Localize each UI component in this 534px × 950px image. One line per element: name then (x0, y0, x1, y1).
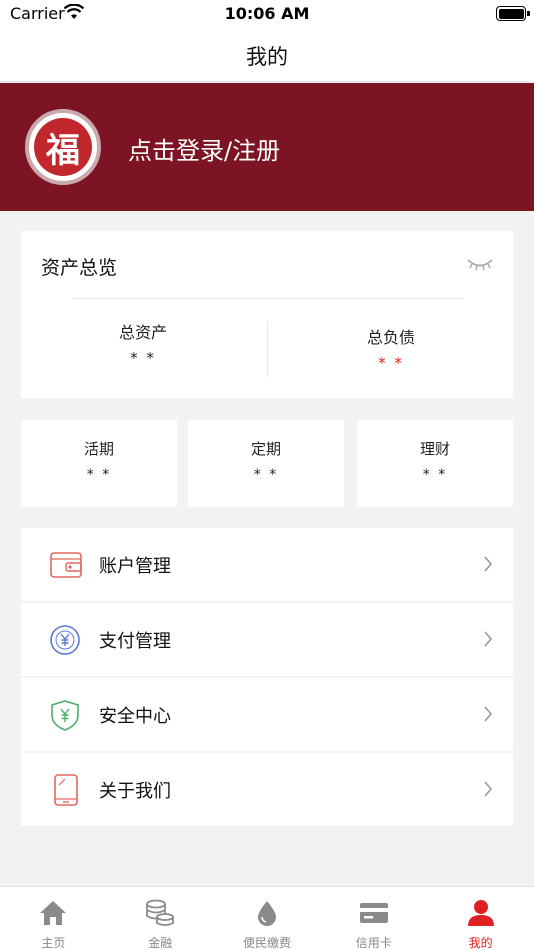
total-liabilities: 总负债 * * (331, 324, 451, 372)
tab-label: 金融 (148, 936, 173, 950)
coins-icon (146, 899, 175, 926)
wallet-icon (50, 552, 82, 578)
tab-bar: 主页 金融 便民缴费 信用卡 我的 (0, 886, 534, 950)
chevron-right-icon (484, 781, 493, 797)
fixed-deposit-card[interactable]: 定期 * * (188, 420, 344, 507)
status-bar: Carrier 10:06 AM (0, 0, 534, 28)
assets-overview-card: 资产总览 总资产 * * 总负债 * * (21, 231, 513, 398)
total-liabilities-label: 总负债 (366, 328, 415, 347)
total-assets-value: * * (130, 349, 156, 367)
tab-label: 主页 (41, 936, 66, 950)
total-assets-label: 总资产 (118, 323, 167, 342)
menu-label: 关于我们 (99, 781, 171, 802)
eye-closed-icon[interactable] (467, 257, 493, 271)
menu-label: 安全中心 (99, 706, 171, 727)
menu-item-about-us[interactable]: 关于我们 (21, 753, 513, 826)
battery-icon (496, 6, 530, 21)
total-liabilities-value: * * (378, 354, 404, 372)
tab-label: 信用卡 (355, 936, 392, 950)
tab-home[interactable]: 主页 (0, 887, 107, 950)
tab-label: 便民缴费 (242, 936, 291, 950)
page-title: 我的 (246, 45, 288, 69)
account-value: * * (422, 467, 448, 483)
menu-label: 支付管理 (99, 631, 171, 652)
account-value: * * (86, 467, 112, 483)
divider (73, 298, 463, 299)
account-label: 活期 (83, 440, 114, 458)
wealth-management-card[interactable]: 理财 * * (357, 420, 513, 507)
menu-label: 账户管理 (99, 556, 171, 577)
menu-item-account-management[interactable]: 账户管理 (21, 528, 513, 601)
account-value: * * (253, 467, 279, 483)
total-assets: 总资产 * * (83, 319, 203, 367)
fu-logo-icon: 福 (34, 118, 92, 176)
person-icon (467, 900, 494, 926)
assets-overview-title: 资产总览 (41, 257, 118, 279)
nav-bar: 我的 (0, 28, 534, 82)
account-label: 理财 (419, 440, 450, 458)
tab-finance[interactable]: 金融 (107, 887, 214, 950)
login-banner[interactable]: 福 点击登录/注册 (0, 83, 534, 211)
chevron-right-icon (484, 631, 493, 647)
account-label: 定期 (250, 440, 281, 458)
menu-item-payment-management[interactable]: 支付管理 (21, 603, 513, 676)
chevron-right-icon (484, 556, 493, 572)
tablet-icon (54, 774, 78, 806)
login-register-link[interactable]: 点击登录/注册 (128, 131, 280, 166)
avatar[interactable]: 福 (25, 109, 101, 185)
yuan-circle-icon (50, 625, 80, 655)
divider (267, 321, 268, 377)
card-icon (359, 903, 388, 923)
tab-credit-card[interactable]: 信用卡 (320, 887, 427, 950)
home-icon (40, 901, 67, 925)
tab-label: 我的 (468, 936, 493, 950)
menu-item-security-center[interactable]: 安全中心 (21, 678, 513, 751)
drop-icon (257, 901, 276, 926)
chevron-right-icon (484, 706, 493, 722)
clock: 10:06 AM (224, 4, 310, 23)
tab-mine[interactable]: 我的 (427, 887, 534, 950)
tab-utility-payment[interactable]: 便民缴费 (214, 887, 321, 950)
demand-deposit-card[interactable]: 活期 * * (21, 420, 177, 507)
shield-yuan-icon (51, 700, 79, 731)
